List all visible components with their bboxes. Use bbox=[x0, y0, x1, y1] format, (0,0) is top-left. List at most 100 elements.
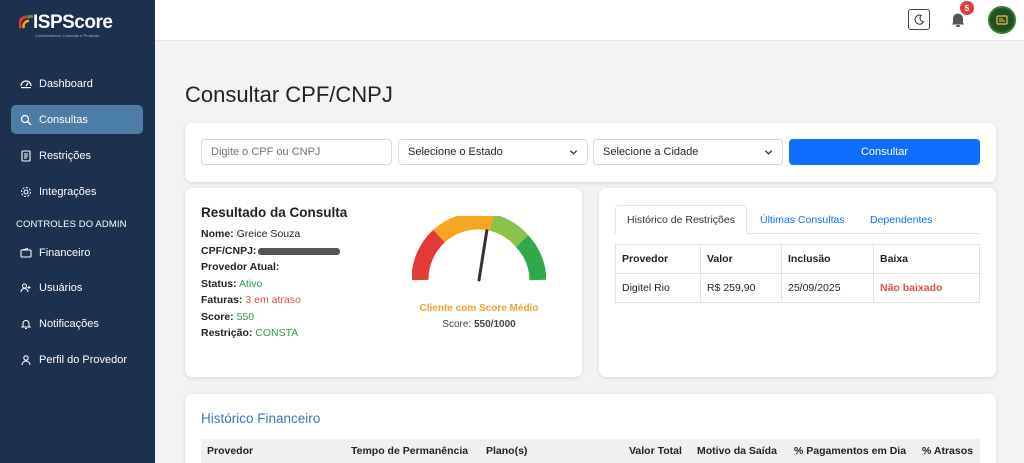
cell-provedor: Digitel Rio bbox=[615, 273, 701, 303]
col-provedor: Provedor bbox=[207, 445, 254, 457]
gauge-segment-lightgreen bbox=[489, 216, 529, 247]
user-icon bbox=[21, 354, 31, 365]
sidebar-item-label: Restrições bbox=[39, 149, 91, 162]
col-valor: Valor bbox=[700, 244, 782, 274]
result-restricao: Restrição: CONSTA bbox=[201, 327, 298, 339]
col-atrasos: % Atrasos bbox=[922, 445, 973, 457]
sidebar-item-label: Dashboard bbox=[39, 77, 93, 90]
gauge-score-value: 550/1000 bbox=[473, 319, 516, 330]
chevron-down-icon bbox=[569, 150, 578, 155]
result-status: Status: Ativo bbox=[201, 278, 262, 290]
bell-icon bbox=[20, 319, 32, 329]
financial-title: Histórico Financeiro bbox=[201, 411, 321, 426]
faturas-value: 3 em atraso bbox=[245, 294, 301, 306]
users-icon bbox=[20, 282, 31, 292]
provedor-label: Provedor Atual: bbox=[201, 261, 280, 273]
brand-tagline: Conhecimento, Conexão e Proteção bbox=[35, 33, 100, 38]
gauge-score: Score: 550/1000 bbox=[399, 319, 559, 330]
col-provedor: Provedor bbox=[615, 244, 701, 274]
col-inclusao: Inclusão bbox=[781, 244, 874, 274]
col-pagamentos-em-dia: % Pagamentos em Dia bbox=[794, 445, 907, 457]
city-select-value: Selecione a Cidade bbox=[603, 146, 699, 158]
score-label: Score: bbox=[201, 311, 234, 323]
score-gauge bbox=[412, 216, 546, 282]
history-tabs: Histórico de Restrições Últimas Consulta… bbox=[615, 205, 980, 234]
faturas-label: Faturas: bbox=[201, 294, 243, 306]
sidebar-item-integracoes[interactable]: Integrações bbox=[11, 177, 143, 206]
sidebar: ISPScore Conhecimento, Conexão e Proteçã… bbox=[0, 0, 155, 463]
result-card: Resultado da Consulta Nome: Greice Souza… bbox=[185, 188, 582, 377]
tab-ultimas-consultas[interactable]: Últimas Consultas bbox=[749, 205, 856, 234]
cell-baixa: Não baixado bbox=[873, 273, 980, 303]
notification-count-badge: 5 bbox=[960, 1, 974, 15]
sidebar-item-label: Integrações bbox=[39, 185, 97, 198]
cell-valor: R$ 259,90 bbox=[700, 273, 782, 303]
gauge-segment-red bbox=[412, 229, 446, 281]
financial-table-header: Provedor Tempo de Permanência Plano(s) V… bbox=[201, 439, 980, 463]
col-baixa: Baixa bbox=[873, 244, 980, 274]
cpf-label: CPF/CNPJ: bbox=[201, 245, 257, 257]
financial-card: Histórico Financeiro Provedor Tempo de P… bbox=[185, 394, 996, 463]
cpf-cnpj-input[interactable]: Digite o CPF ou CNPJ bbox=[201, 139, 392, 165]
brand-logo[interactable]: ISPScore Conhecimento, Conexão e Proteçã… bbox=[19, 12, 119, 40]
chevron-down-icon bbox=[764, 150, 773, 155]
result-title: Resultado da Consulta bbox=[201, 205, 348, 220]
result-faturas: Faturas: 3 em atraso bbox=[201, 294, 301, 306]
avatar-card-icon bbox=[996, 15, 1008, 25]
table-header-row: Provedor Valor Inclusão Baixa bbox=[615, 244, 980, 274]
sidebar-item-consultas[interactable]: Consultas bbox=[11, 105, 143, 134]
sidebar-item-label: Perfil do Provedor bbox=[39, 353, 128, 366]
col-valor-total: Valor Total bbox=[629, 445, 682, 457]
brand-name: ISPScore bbox=[33, 12, 113, 33]
sidebar-item-label: Usuários bbox=[39, 281, 83, 294]
gauge-segment-orange bbox=[433, 216, 494, 243]
sidebar-item-dashboard[interactable]: Dashboard bbox=[11, 69, 143, 98]
sidebar-item-label: Notificações bbox=[39, 317, 99, 330]
sidebar-item-notificacoes[interactable]: Notificações bbox=[11, 309, 143, 338]
consultar-button[interactable]: Consultar bbox=[789, 139, 980, 165]
result-provedor: Provedor Atual: bbox=[201, 261, 279, 273]
city-select[interactable]: Selecione a Cidade bbox=[593, 139, 783, 165]
state-select[interactable]: Selecione o Estado bbox=[398, 139, 588, 165]
gauge-segment-green bbox=[515, 235, 546, 281]
tab-historico-restricoes[interactable]: Histórico de Restrições bbox=[615, 205, 747, 234]
user-avatar[interactable] bbox=[988, 6, 1016, 34]
sidebar-item-perfil-provedor[interactable]: Perfil do Provedor bbox=[11, 345, 143, 374]
nome-label: Nome: bbox=[201, 228, 234, 240]
score-value: 550 bbox=[236, 311, 255, 323]
search-icon bbox=[20, 114, 32, 125]
result-score: Score: 550 bbox=[201, 311, 254, 323]
moon-icon bbox=[914, 14, 924, 25]
nome-value: Greice Souza bbox=[236, 228, 301, 240]
col-tempo-permanencia: Tempo de Permanência bbox=[351, 445, 469, 457]
wallet-icon bbox=[20, 247, 32, 258]
restricao-label: Restrição: bbox=[201, 327, 253, 339]
gauge-needle bbox=[477, 229, 489, 282]
cpf-redacted bbox=[258, 247, 341, 255]
gear-icon bbox=[20, 186, 32, 197]
sidebar-item-restricoes[interactable]: Restrições bbox=[11, 141, 143, 170]
restricao-value: CONSTA bbox=[255, 327, 299, 339]
tab-dependentes[interactable]: Dependentes bbox=[859, 205, 943, 234]
sidebar-item-label: Financeiro bbox=[39, 246, 91, 259]
status-value: Ativo bbox=[238, 278, 263, 290]
result-cpf: CPF/CNPJ: bbox=[201, 245, 341, 257]
history-card: Histórico de Restrições Últimas Consulta… bbox=[599, 188, 996, 377]
gauge-label: Cliente com Score Médio bbox=[419, 303, 539, 314]
document-icon bbox=[21, 149, 31, 162]
col-planos: Plano(s) bbox=[486, 445, 528, 457]
gauge-score-prefix: Score: bbox=[442, 319, 472, 330]
dashboard-icon bbox=[20, 79, 32, 88]
status-label: Status: bbox=[201, 278, 237, 290]
state-select-value: Selecione o Estado bbox=[408, 146, 503, 158]
topbar: 5 bbox=[155, 0, 1024, 41]
sidebar-item-financeiro[interactable]: Financeiro bbox=[11, 238, 143, 267]
table-row: Digitel Rio R$ 259,90 25/09/2025 Não bai… bbox=[615, 273, 980, 303]
search-card: Digite o CPF ou CNPJ Selecione o Estado … bbox=[185, 123, 996, 182]
col-motivo-saida: Motivo da Saída bbox=[697, 445, 777, 457]
theme-toggle-button[interactable] bbox=[908, 9, 930, 30]
cell-inclusao: 25/09/2025 bbox=[781, 273, 874, 303]
admin-section-heading: CONTROLES DO ADMIN bbox=[16, 219, 127, 230]
sidebar-item-usuarios[interactable]: Usuários bbox=[11, 273, 143, 302]
sidebar-item-label: Consultas bbox=[39, 113, 88, 126]
